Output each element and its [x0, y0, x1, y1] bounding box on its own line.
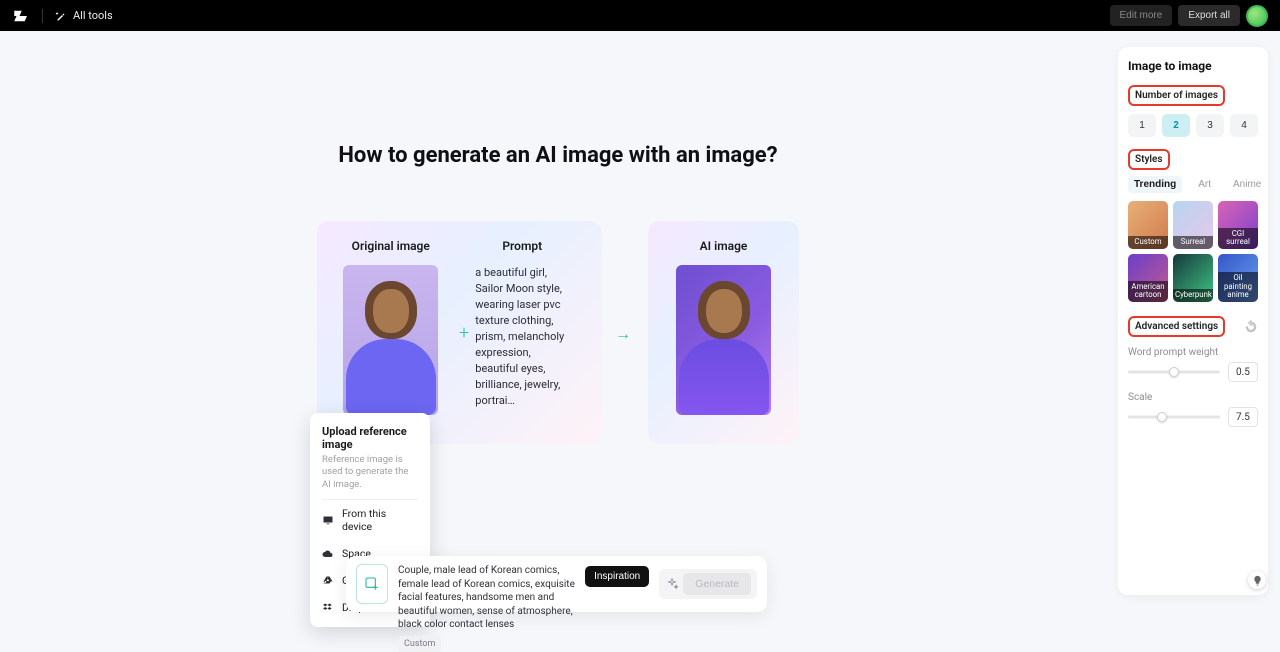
style-surreal[interactable]: Surreal — [1173, 201, 1213, 249]
style-tab-anime[interactable]: Anime — [1227, 176, 1267, 193]
scale-label: Scale — [1128, 392, 1258, 403]
word-prompt-weight-value[interactable]: 0.5 — [1228, 362, 1258, 382]
styles-label: Styles — [1128, 149, 1170, 170]
example-card-output: AI image — [648, 221, 799, 444]
generate-group: Generate — [659, 569, 757, 599]
upload-image-button[interactable] — [356, 564, 388, 604]
style-tabs: Trending Art Anime — [1128, 176, 1258, 193]
ai-image-label: AI image — [700, 239, 748, 253]
number-of-images-label: Number of images — [1128, 85, 1225, 106]
word-prompt-weight-slider[interactable] — [1128, 365, 1220, 379]
wand-icon — [55, 10, 67, 22]
style-cgi-surreal[interactable]: CGI surreal — [1218, 201, 1258, 249]
style-american-cartoon[interactable]: American cartoon — [1128, 254, 1168, 302]
sparkle-icon — [665, 577, 679, 591]
upload-popover-title: Upload reference image — [322, 425, 418, 451]
original-image-thumb — [343, 265, 438, 415]
edit-more-button[interactable]: Edit more — [1110, 5, 1173, 26]
plus-icon: + — [459, 322, 469, 343]
prompt-input[interactable]: Couple, male lead of Korean comics, fema… — [398, 564, 575, 652]
google-drive-icon — [322, 575, 334, 587]
prompt-bar: Couple, male lead of Korean comics, fema… — [346, 556, 767, 612]
style-tile-label: Cyberpunk — [1173, 289, 1213, 302]
canvas-area: How to generate an AI image with an imag… — [0, 31, 1116, 601]
user-avatar[interactable] — [1246, 5, 1268, 27]
prompt-label: Prompt — [502, 239, 542, 253]
num-option-4[interactable]: 4 — [1230, 114, 1258, 137]
num-option-1[interactable]: 1 — [1128, 114, 1156, 137]
style-tab-trending[interactable]: Trending — [1128, 176, 1182, 193]
styles-grid: Custom Surreal CGI surreal American cart… — [1128, 201, 1258, 302]
all-tools-label: All tools — [73, 9, 113, 22]
example-prompt-text: a beautiful girl, Sailor Moon style, wea… — [475, 265, 569, 409]
scale-value[interactable]: 7.5 — [1228, 407, 1258, 427]
reset-icon[interactable] — [1244, 320, 1258, 334]
word-prompt-weight-label: Word prompt weight — [1128, 347, 1258, 358]
scale-slider[interactable] — [1128, 410, 1220, 424]
cloud-icon — [322, 548, 334, 560]
all-tools-button[interactable]: All tools — [55, 9, 113, 22]
device-icon — [322, 514, 334, 526]
style-tile-label: Custom — [1128, 236, 1168, 249]
arrow-right-icon: → — [615, 324, 631, 344]
advanced-settings-label: Advanced settings — [1128, 316, 1225, 337]
style-tile-label: American cartoon — [1128, 281, 1168, 302]
generate-button[interactable]: Generate — [683, 573, 751, 595]
style-tile-label: CGI surreal — [1218, 228, 1258, 249]
dropbox-icon — [322, 602, 334, 614]
num-option-3[interactable]: 3 — [1196, 114, 1224, 137]
topbar: All tools Edit more Export all — [0, 0, 1280, 31]
prompt-text-value: Couple, male lead of Korean comics, fema… — [398, 565, 575, 630]
style-tab-art[interactable]: Art — [1192, 176, 1217, 193]
upload-from-device[interactable]: From this device — [322, 500, 418, 540]
inspiration-button[interactable]: Inspiration — [585, 566, 649, 587]
help-button[interactable] — [1248, 571, 1266, 589]
app-logo[interactable] — [12, 7, 30, 25]
number-of-images-segmented: 1 2 3 4 — [1128, 114, 1258, 137]
original-image-label: Original image — [352, 239, 430, 253]
style-tile-label: Oil painting anime — [1218, 272, 1258, 302]
lightbulb-icon — [1252, 575, 1263, 586]
style-oil-painting-anime[interactable]: Oil painting anime — [1218, 254, 1258, 302]
page-headline: How to generate an AI image with an imag… — [338, 143, 777, 168]
export-all-button[interactable]: Export all — [1178, 5, 1240, 26]
style-cyberpunk[interactable]: Cyberpunk — [1173, 254, 1213, 302]
ai-image-thumb — [676, 265, 771, 415]
style-tile-label: Surreal — [1173, 236, 1213, 249]
separator — [42, 9, 43, 23]
prompt-style-chip[interactable]: Custom — [398, 636, 441, 652]
panel-title: Image to image — [1128, 59, 1258, 73]
upload-item-label: From this device — [342, 507, 418, 533]
style-custom[interactable]: Custom — [1128, 201, 1168, 249]
num-option-2[interactable]: 2 — [1162, 114, 1190, 137]
example-card-input: Original image + Prompt a beautiful girl… — [317, 221, 602, 444]
upload-popover-subtitle: Reference image is used to generate the … — [322, 454, 418, 500]
image-add-icon — [364, 576, 380, 592]
settings-panel: Image to image Number of images 1 2 3 4 … — [1118, 47, 1268, 595]
